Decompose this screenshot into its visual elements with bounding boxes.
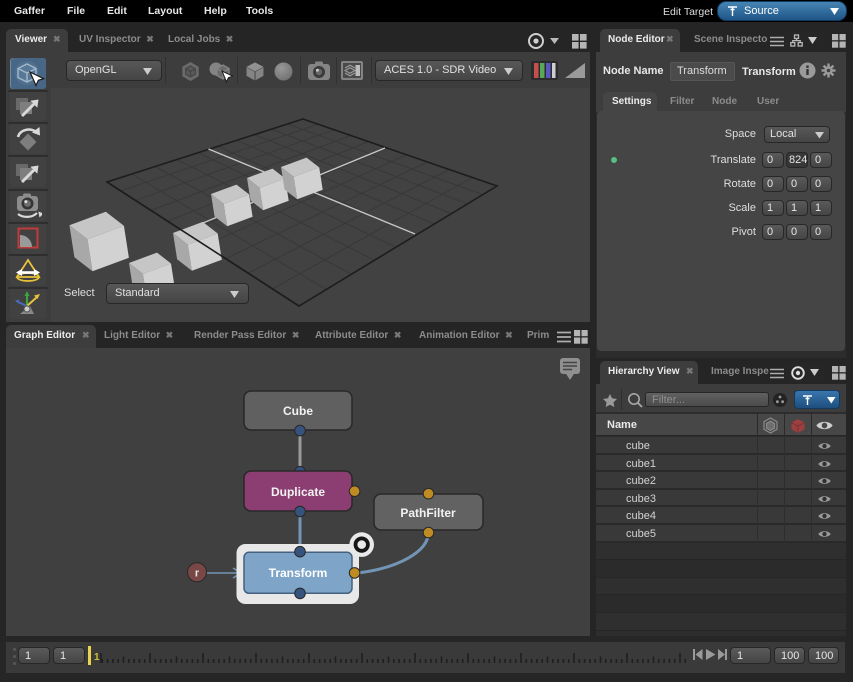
svg-text:Duplicate: Duplicate: [271, 485, 325, 499]
svg-text:Transform: Transform: [269, 566, 328, 580]
svg-text:PathFilter: PathFilter: [400, 506, 456, 520]
svg-text:Cube: Cube: [283, 404, 313, 418]
svg-text:r: r: [195, 568, 200, 580]
